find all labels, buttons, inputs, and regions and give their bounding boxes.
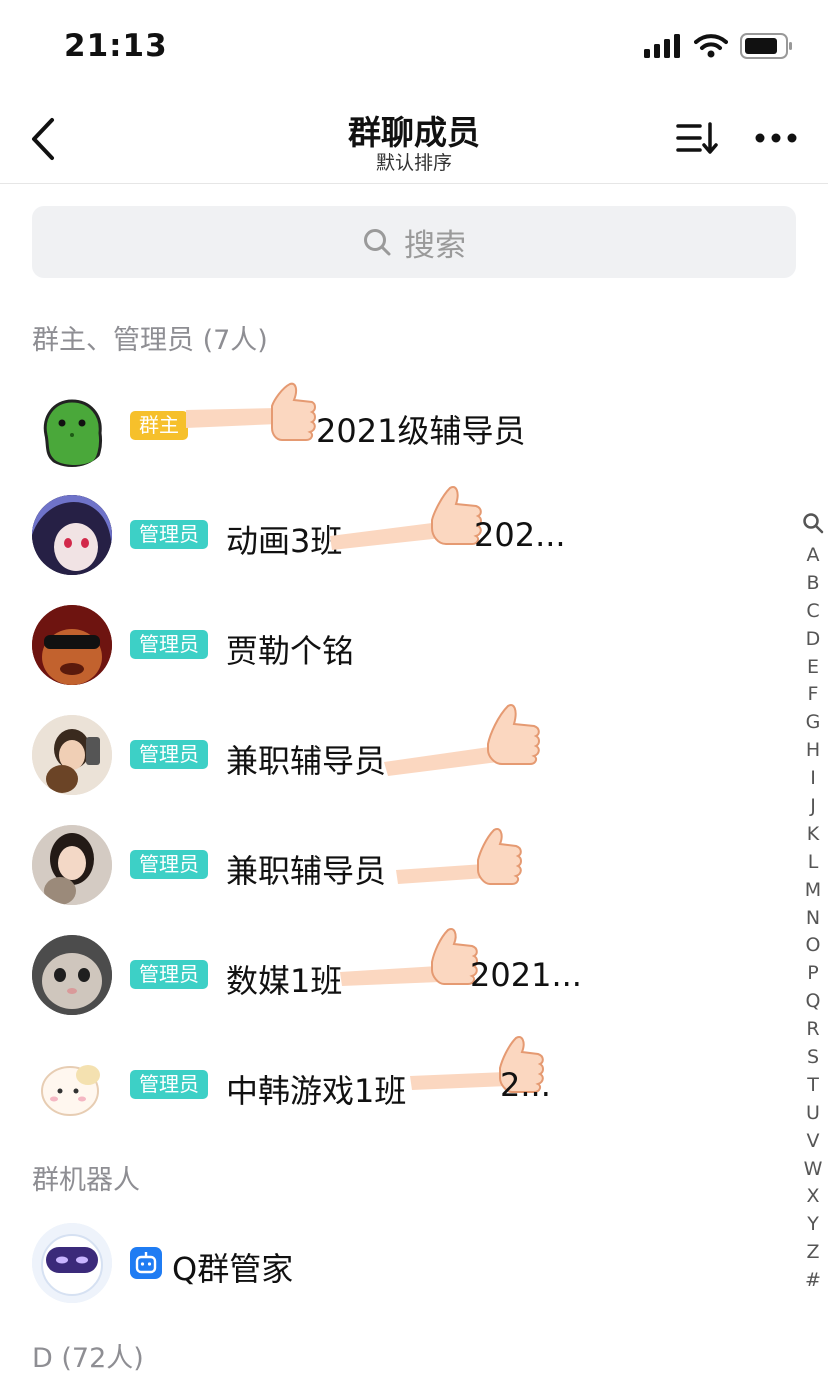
member-name: 兼职辅导员 [226,742,387,780]
index-letter[interactable]: T [800,1072,826,1100]
index-letter[interactable]: C [800,598,826,626]
member-row[interactable]: 管理员 兼职辅导员 [0,812,790,922]
avatar [32,1045,112,1125]
index-letter[interactable]: N [800,905,826,933]
index-letter[interactable]: H [800,737,826,765]
more-button[interactable] [752,120,800,156]
index-letter[interactable]: V [800,1128,826,1156]
search-bar[interactable]: 搜索 [32,206,796,278]
admin-badge: 管理员 [130,740,208,769]
admin-badge: 管理员 [130,960,208,989]
member-row[interactable]: 管理员 动画3班 202... [0,482,790,592]
status-bar: 21:13 [0,0,828,96]
alphabet-index[interactable]: A B C D E F G H I J K L M N O P Q R S T U V W X Y Z # [800,512,826,1295]
thumbs-up-sticker [396,828,522,885]
thumbs-up-sticker [384,704,540,776]
index-letter[interactable]: J [800,793,826,821]
index-letter[interactable]: D [800,626,826,654]
status-icons [644,33,794,59]
member-name-tail: 202... [474,516,566,554]
signal-icon [644,34,680,58]
section-header-bots: 群机器人 [32,1165,140,1196]
index-letter[interactable]: U [800,1100,826,1128]
index-letter[interactable]: E [800,654,826,682]
index-letter[interactable]: Y [800,1211,826,1239]
index-letter[interactable]: X [800,1183,826,1211]
bot-row[interactable]: Q群管家 [0,1208,790,1318]
index-letter[interactable]: I [800,765,826,793]
member-name: 数媒1班 [226,962,343,1000]
avatar [32,715,112,795]
member-name: 贾勒个铭 [226,632,355,670]
admin-badge: 管理员 [130,520,208,549]
index-letter[interactable]: L [800,849,826,877]
owner-badge: 群主 [130,411,188,440]
index-letter[interactable]: K [800,821,826,849]
member-row[interactable]: 群主 2021级辅导员 [0,372,790,482]
member-row[interactable]: 管理员 中韩游戏1班 2... [0,1032,790,1142]
index-letter[interactable]: S [800,1044,826,1072]
index-letter[interactable]: B [800,570,826,598]
index-letter[interactable]: A [800,542,826,570]
index-letter[interactable]: G [800,709,826,737]
alphabet-letters: A B C D E F G H I J K L M N O P Q R S T U V W X Y Z # [800,542,826,1295]
avatar [32,935,112,1015]
member-name: 动画3班 [226,522,343,560]
member-name: 2021级辅导员 [316,412,526,450]
index-letter[interactable]: M [800,877,826,905]
sort-button[interactable] [672,118,722,158]
avatar [32,495,112,575]
thumbs-up-sticker [340,928,478,986]
member-row[interactable]: 管理员 兼职辅导员 [0,702,790,812]
wifi-icon [694,34,728,58]
section-header-d: D (72人) [32,1343,144,1374]
member-name-tail: 2021... [470,956,582,994]
admin-badge: 管理员 [130,1070,208,1099]
member-name: 中韩游戏1班 [226,1072,407,1110]
status-time: 21:13 [64,28,168,64]
avatar [32,605,112,685]
index-letter[interactable]: R [800,1016,826,1044]
thumbs-up-sticker [330,486,482,550]
avatar [32,387,112,467]
nav-bar: 群聊成员 默认排序 [0,96,828,184]
index-letter[interactable]: Q [800,988,826,1016]
member-name: 兼职辅导员 [226,852,387,890]
admin-badge: 管理员 [130,630,208,659]
member-row[interactable]: 管理员 数媒1班 2021... [0,922,790,1032]
sort-icon [676,122,718,154]
search-placeholder: 搜索 [404,227,466,264]
member-row[interactable]: 管理员 贾勒个铭 [0,592,790,702]
bot-name: Q群管家 [172,1250,294,1288]
index-letter[interactable]: W [800,1156,826,1184]
bot-avatar [32,1223,112,1303]
more-icon [755,133,797,143]
thumbs-up-sticker [186,382,316,441]
search-icon [364,229,391,256]
index-letter[interactable]: P [800,960,826,988]
battery-icon [740,33,792,59]
index-letter[interactable]: # [800,1267,826,1295]
robot-icon [130,1247,162,1279]
index-letter[interactable]: Z [800,1239,826,1267]
index-letter[interactable]: O [800,932,826,960]
index-letter[interactable]: F [800,681,826,709]
section-header-admins: 群主、管理员 (7人) [32,325,268,356]
index-search-icon[interactable] [800,512,826,542]
member-name-tail: 2... [500,1066,551,1104]
admin-badge: 管理员 [130,850,208,879]
avatar [32,825,112,905]
